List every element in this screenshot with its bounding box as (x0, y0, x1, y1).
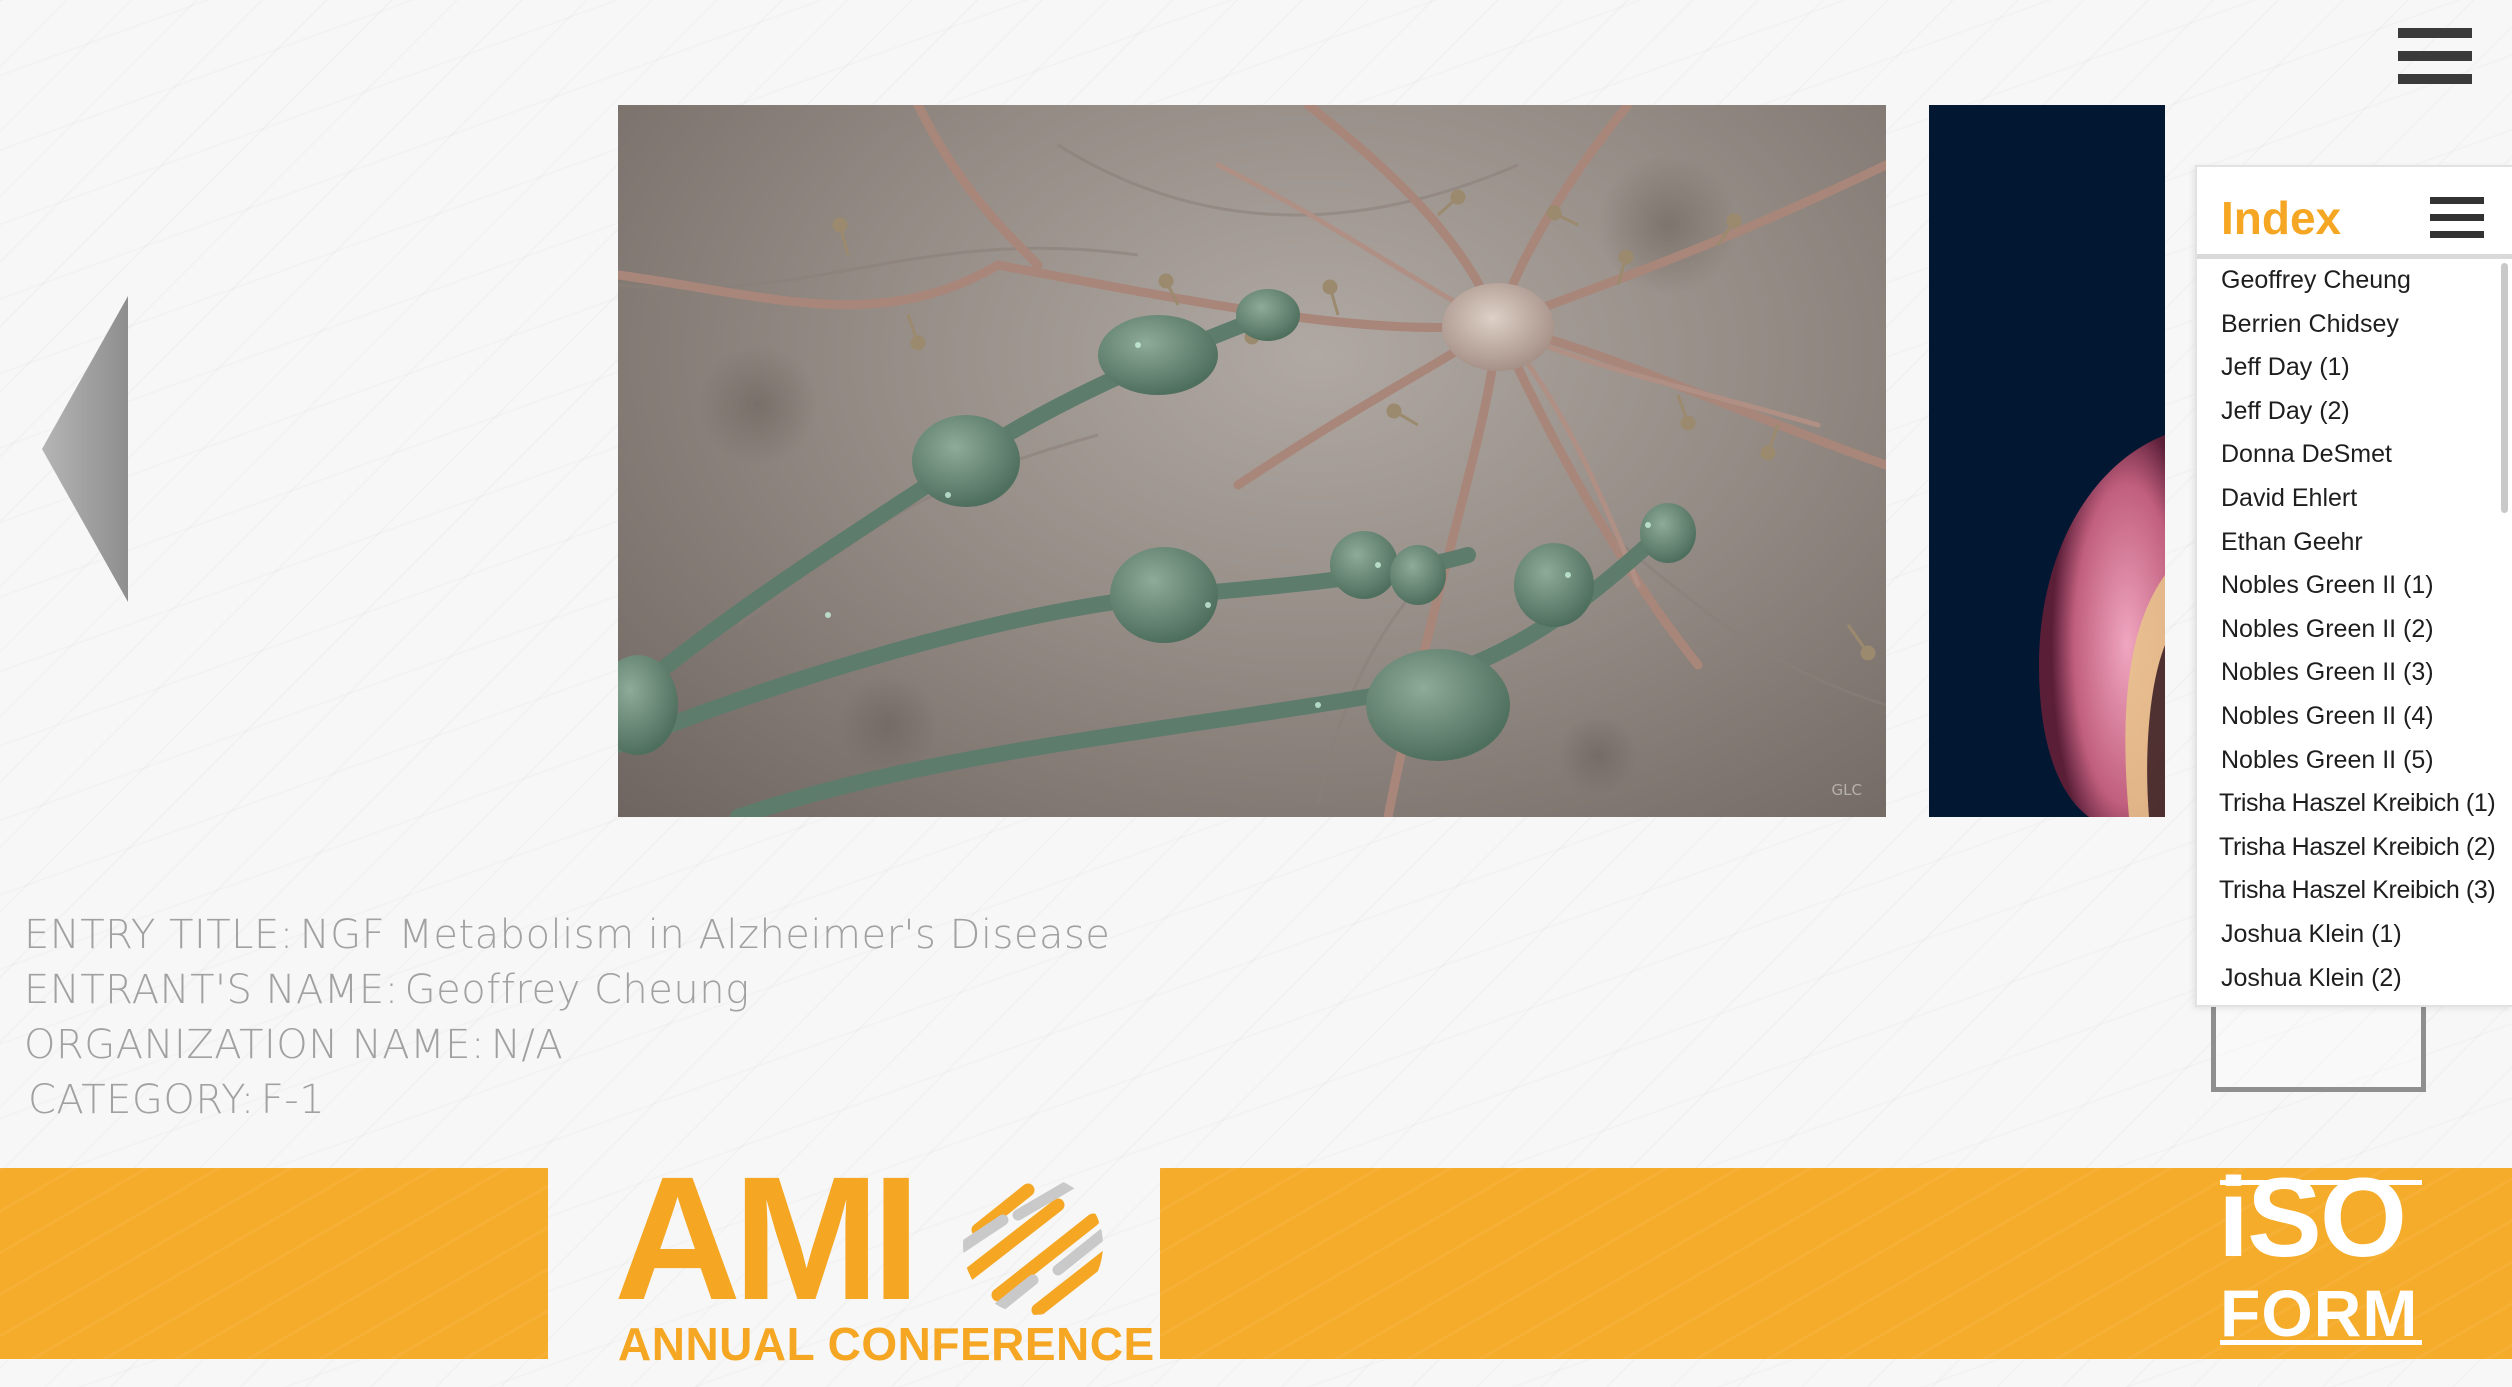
index-item[interactable]: Nobles Green II (4) (2197, 695, 2512, 739)
entrant-name-value: Geoffrey Cheung (404, 967, 750, 1013)
hamburger-icon-bar (2430, 214, 2484, 221)
index-item[interactable]: Trisha Haszel Kreibich (3) (2197, 869, 2512, 913)
category-line: CATEGORY: F-1 (28, 1077, 325, 1123)
index-list: Geoffrey Cheung Berrien Chidsey Jeff Day… (2197, 259, 2512, 1000)
index-title: Index (2221, 192, 2342, 244)
index-item[interactable]: Nobles Green II (2) (2197, 608, 2512, 652)
isoform-logo-form: FORM (2220, 1276, 2419, 1350)
isoform-logo: iSO FORM (2218, 1162, 2426, 1350)
ami-globe-icon (963, 1175, 1103, 1315)
index-item[interactable]: David Ehlert (2197, 477, 2512, 521)
hamburger-icon-bar (2398, 74, 2472, 84)
index-item[interactable]: Nobles Green II (3) (2197, 651, 2512, 695)
entry-title-label: ENTRY TITLE: (24, 912, 294, 958)
index-item[interactable]: Trisha Haszel Kreibich (2) (2197, 826, 2512, 870)
index-header: Index (2197, 167, 2512, 259)
organization-name-line: ORGANIZATION NAME: N/A (24, 1022, 563, 1068)
hamburger-icon-bar (2398, 28, 2472, 38)
ami-logo: AMI ANNUAL CONFERENCE (614, 1151, 1154, 1370)
index-item[interactable]: Trisha Haszel Kreibich (1) (2197, 782, 2512, 826)
index-item[interactable]: Ethan Geehr (2197, 521, 2512, 565)
hamburger-icon-bar (2430, 231, 2484, 238)
index-item[interactable]: Joshua Klein (2) (2197, 957, 2512, 1001)
index-item[interactable]: Nobles Green II (1) (2197, 564, 2512, 608)
triangle-left-icon (42, 296, 128, 602)
index-item[interactable]: Berrien Chidsey (2197, 303, 2512, 347)
entry-main-image: GLC (618, 105, 1886, 817)
category-value: F-1 (260, 1077, 326, 1123)
image-watermark: GLC (1831, 781, 1862, 799)
entry-title-line: ENTRY TITLE: NGF Metabolism in Alzheimer'… (24, 912, 1110, 958)
index-scrollbar[interactable] (2501, 263, 2508, 513)
hamburger-icon-bar (2430, 197, 2484, 204)
category-label: CATEGORY: (28, 1077, 255, 1123)
ami-logo-text: AMI (614, 1141, 921, 1337)
index-panel: Index Geoffrey Cheung Berrien Chidsey Je… (2195, 165, 2512, 1007)
ami-logo-subtitle: ANNUAL CONFERENCE (618, 1318, 1155, 1370)
isoform-logo-iso: iSO (2218, 1155, 2407, 1280)
index-item[interactable]: Jeff Day (2) (2197, 390, 2512, 434)
index-menu-button[interactable] (2430, 197, 2484, 243)
index-item[interactable]: Nobles Green II (5) (2197, 739, 2512, 783)
index-item[interactable]: Geoffrey Cheung (2197, 259, 2512, 303)
index-item[interactable]: Jeff Day (1) (2197, 346, 2512, 390)
entrant-name-line: ENTRANT'S NAME: Geoffrey Cheung (24, 967, 750, 1013)
next-entry-image[interactable] (1929, 105, 2165, 817)
organization-name-value: N/A (490, 1022, 564, 1068)
index-list-fade (2197, 995, 2512, 1005)
footer-band-left (0, 1168, 548, 1359)
index-item[interactable]: Joshua Klein (1) (2197, 913, 2512, 957)
previous-arrow-button[interactable] (40, 296, 130, 602)
main-menu-button[interactable] (2398, 28, 2472, 88)
index-item[interactable]: Donna DeSmet (2197, 433, 2512, 477)
entry-title-value: NGF Metabolism in Alzheimer's Disease (299, 912, 1111, 958)
entrant-name-label: ENTRANT'S NAME: (24, 967, 399, 1013)
organization-name-label: ORGANIZATION NAME: (24, 1022, 485, 1068)
hamburger-icon-bar (2398, 51, 2472, 61)
isoform-logo-rule-bottom (2220, 1340, 2422, 1345)
